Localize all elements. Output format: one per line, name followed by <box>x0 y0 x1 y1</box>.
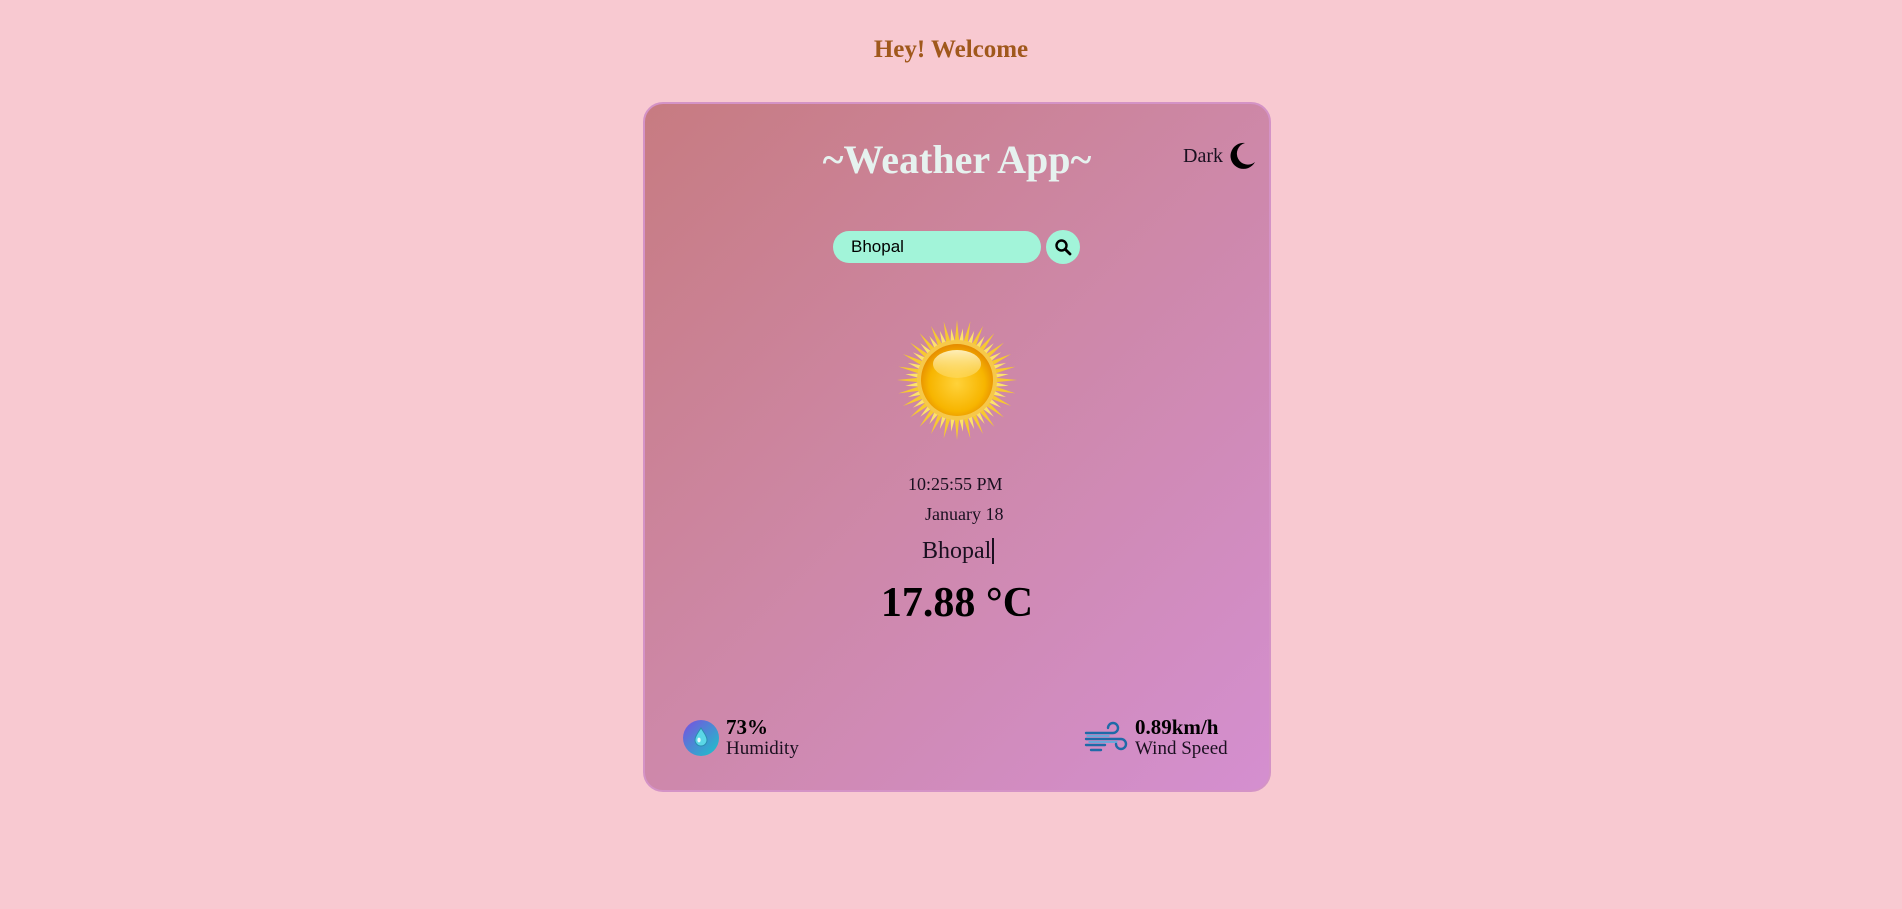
humidity-label: Humidity <box>726 738 799 759</box>
dark-mode-toggle[interactable]: Dark <box>1183 140 1257 172</box>
app-title: ~Weather App~ <box>822 137 1092 182</box>
wind-icon <box>1084 721 1128 752</box>
temperature-value: 17.88 °C <box>880 580 1034 626</box>
search-icon <box>1055 239 1072 256</box>
search-button[interactable] <box>1046 230 1080 264</box>
wind-speed-stat: 0.89km/h Wind Speed <box>1083 716 1228 760</box>
weather-card: ~Weather App~ Dark Bhopal 10:25:55 PM Ja… <box>643 102 1271 792</box>
search-bar <box>833 230 1080 264</box>
current-time: 10:25:55 PM <box>908 474 1003 494</box>
humidity-value: 73% <box>726 715 768 739</box>
welcome-heading: Hey! Welcome <box>873 36 1029 63</box>
wind-speed-value: 0.89km/h <box>1135 715 1219 739</box>
city-search-input[interactable] <box>833 231 1041 263</box>
dark-mode-label: Dark <box>1183 144 1223 167</box>
wind-speed-label: Wind Speed <box>1135 738 1228 759</box>
current-date: January 18 <box>925 504 1004 524</box>
city-name: Bhopal <box>922 538 995 564</box>
moon-icon <box>1230 142 1255 169</box>
humidity-stat: 73% Humidity <box>682 716 799 760</box>
humidity-drop-icon <box>683 720 719 756</box>
sun-icon <box>897 320 1017 440</box>
